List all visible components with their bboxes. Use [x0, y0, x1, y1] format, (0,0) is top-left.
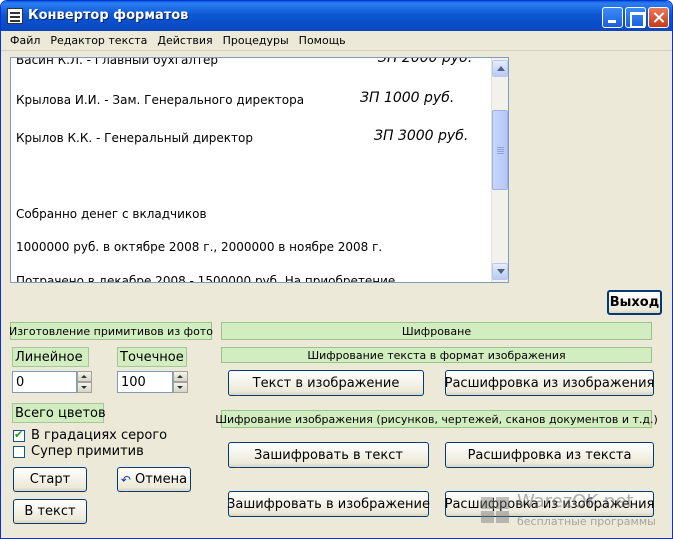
- document-line: Собранно денег с вкладчиков: [16, 207, 207, 221]
- linear-label: Линейное: [12, 347, 89, 367]
- scroll-down-icon[interactable]: [492, 263, 508, 280]
- grayscale-checkbox[interactable]: [13, 428, 25, 442]
- menu-bar: Файл Редактор текста Действия Процедуры …: [1, 31, 672, 51]
- spin-up-icon[interactable]: [77, 371, 92, 382]
- exit-button[interactable]: Выход: [607, 290, 662, 315]
- minimize-button[interactable]: [602, 7, 623, 28]
- spin-down-icon[interactable]: [173, 382, 188, 393]
- total-colors-label: Всего цветов: [12, 403, 106, 423]
- text-to-image-button[interactable]: Текст в изображение: [228, 370, 424, 396]
- spin-down-icon[interactable]: [77, 382, 92, 393]
- menu-actions[interactable]: Действия: [152, 34, 217, 47]
- close-button[interactable]: [648, 7, 669, 28]
- start-button[interactable]: Старт: [13, 467, 87, 492]
- image-encryption-header: Шифрование изображения (рисунков, чертеж…: [215, 410, 658, 428]
- primitives-panel-header: Изготовление примитивов из фото: [9, 322, 213, 340]
- super-primitive-label: Супер примитив: [31, 444, 144, 459]
- document-line: Васин К.Л. - Главный бухгалтер ЗП 2000 р…: [16, 58, 472, 67]
- vertical-scrollbar[interactable]: [491, 58, 508, 282]
- title-bar[interactable]: Конвертор форматов: [1, 1, 672, 31]
- cancel-button[interactable]: ↶ Отмена: [117, 467, 191, 492]
- linear-stepper[interactable]: [77, 371, 92, 393]
- encrypt-to-text-button[interactable]: Зашифровать в текст: [228, 442, 429, 468]
- super-primitive-checkbox[interactable]: [13, 446, 25, 458]
- document-line: Крылов К.К. - Генеральный директор ЗП 30…: [16, 128, 469, 145]
- point-stepper[interactable]: [173, 371, 188, 393]
- scroll-thumb[interactable]: [492, 110, 508, 190]
- linear-input[interactable]: 0: [12, 371, 77, 393]
- text-encryption-header: Шифрование текста в формат изображения: [221, 347, 652, 363]
- menu-text-editor[interactable]: Редактор текста: [45, 34, 152, 47]
- document-line: Потрачено в декабре 2008 - 1500000 руб. …: [16, 274, 396, 283]
- document-line: 1000000 руб. в октябре 2008 г., 2000000 …: [16, 240, 383, 254]
- grayscale-label: В градациях серого: [31, 428, 168, 443]
- decode-from-image-button[interactable]: Расшифровка из изображения: [445, 370, 654, 396]
- menu-file[interactable]: Файл: [5, 34, 45, 47]
- menu-help[interactable]: Помощь: [294, 34, 351, 47]
- to-text-button[interactable]: В текст: [13, 499, 87, 524]
- salary-text: ЗП 3000 руб.: [374, 128, 469, 144]
- salary-text: ЗП 2000 руб.: [378, 57, 473, 66]
- document-text-area[interactable]: Васин К.Л. - Главный бухгалтер ЗП 2000 р…: [10, 57, 509, 283]
- decode-from-text-button[interactable]: Расшифровка из текста: [445, 442, 654, 468]
- document-line: Крылова И.И. - Зам. Генерального директо…: [16, 90, 455, 107]
- undo-arrow-icon: ↶: [120, 472, 131, 487]
- encrypt-to-image-button[interactable]: Зашифровать в изображение: [227, 491, 430, 517]
- document-icon: [7, 8, 23, 24]
- decode-from-image-button-2[interactable]: Расшифровка из изображения: [445, 491, 654, 517]
- window-title: Конвертор форматов: [28, 8, 189, 23]
- point-label: Точечное: [117, 347, 187, 367]
- maximize-button[interactable]: [625, 7, 646, 28]
- app-window: Конвертор форматов Файл Редактор текста …: [0, 0, 673, 539]
- point-input[interactable]: 100: [117, 371, 173, 393]
- encryption-panel-header: Шифроване: [221, 322, 652, 340]
- salary-text: ЗП 1000 руб.: [360, 90, 455, 106]
- menu-procedures[interactable]: Процедуры: [218, 34, 294, 47]
- spin-up-icon[interactable]: [173, 371, 188, 382]
- scroll-up-icon[interactable]: [492, 60, 508, 77]
